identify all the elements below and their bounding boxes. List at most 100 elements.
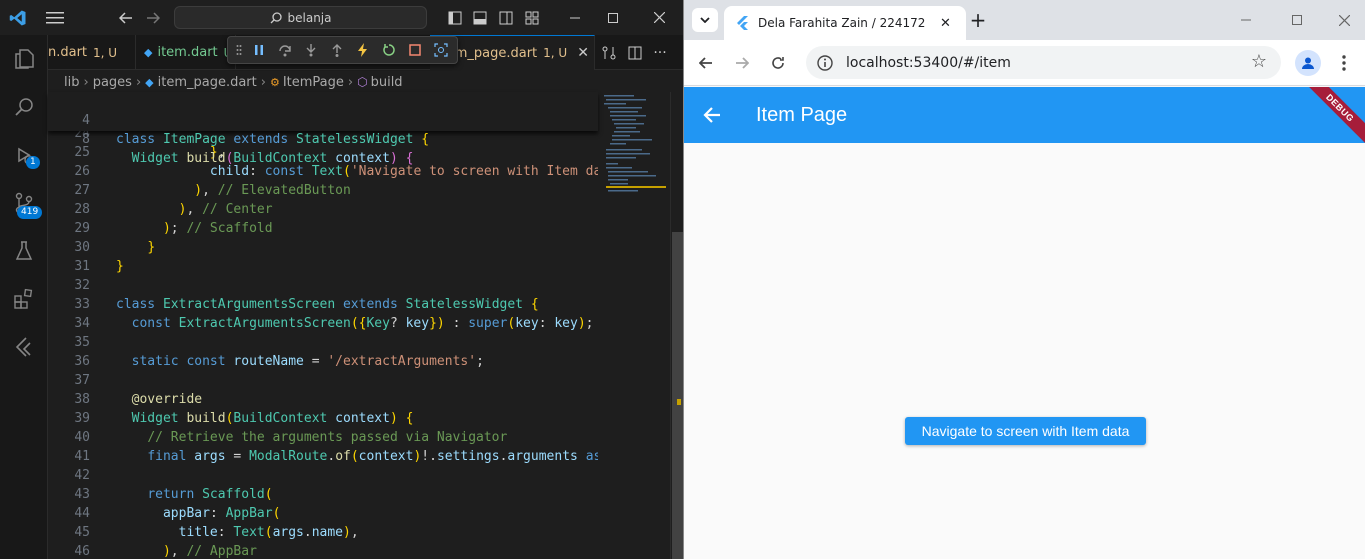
customize-layout-icon[interactable] [523, 0, 541, 35]
tab-status: 1, U [93, 45, 118, 60]
minimize-icon[interactable] [1234, 8, 1258, 32]
line-number: 34 [74, 316, 90, 331]
split-editor-icon[interactable] [625, 35, 645, 70]
code-line[interactable]: 45 title: Text(args.name), [48, 523, 598, 542]
back-arrow-icon[interactable] [700, 103, 724, 127]
run-debug-icon[interactable]: 1 [0, 131, 48, 179]
more-actions-icon[interactable]: ··· [650, 35, 670, 70]
tab-search-icon[interactable] [692, 8, 718, 32]
forward-arrow-icon[interactable] [730, 51, 754, 75]
source-control-badge: 419 [17, 206, 43, 219]
step-over-icon[interactable] [272, 37, 298, 63]
compare-changes-icon[interactable] [599, 35, 619, 70]
code-line[interactable]: 33 class ExtractArgumentsScreen extends S… [48, 295, 598, 314]
minimap[interactable] [598, 92, 670, 559]
breadcrumb-lib[interactable]: lib [64, 75, 79, 90]
search-icon[interactable] [0, 83, 48, 131]
minimap-preview [604, 95, 666, 192]
tab-item-dart[interactable]: ◆ item.dartU [136, 35, 236, 70]
source-control-icon[interactable]: 419 [0, 179, 48, 227]
editor-scrollbar[interactable] [670, 92, 683, 559]
code-line[interactable]: 34 const ExtractArgumentsScreen({Key? ke… [48, 314, 598, 333]
testing-flask-icon[interactable] [0, 227, 48, 275]
extensions-icon[interactable] [0, 275, 48, 323]
browser-tab-title: Dela Farahita Zain / 224172005 [758, 16, 926, 30]
hot-reload-icon[interactable] [350, 37, 376, 63]
code-line[interactable]: 29 ); // Scaffold [48, 219, 598, 238]
site-info-icon[interactable] [816, 54, 834, 72]
toggle-panel-icon[interactable] [471, 0, 489, 35]
profile-avatar-icon[interactable] [1295, 50, 1321, 76]
maximize-icon[interactable] [598, 0, 628, 35]
stop-icon[interactable] [402, 37, 428, 63]
line-number: 32 [74, 278, 90, 293]
code-line[interactable]: 36 static const routeName = '/extractArg… [48, 352, 598, 371]
devtools-inspector-icon[interactable] [428, 37, 454, 63]
breadcrumb-file[interactable]: item_page.dart [158, 75, 257, 90]
close-icon[interactable] [1332, 8, 1356, 32]
code-line[interactable]: 37 [48, 371, 598, 390]
breadcrumb-pages[interactable]: pages [93, 75, 132, 90]
browser-tab[interactable]: Dela Farahita Zain / 224172005 ✕ [724, 6, 966, 40]
maximize-icon[interactable] [1285, 8, 1309, 32]
bookmark-star-icon[interactable]: ☆ [1251, 53, 1267, 71]
scrollbar-thumb[interactable] [672, 232, 683, 559]
breadcrumb-class[interactable]: ItemPage [283, 75, 344, 90]
code-line[interactable]: 35 [48, 333, 598, 352]
new-tab-icon[interactable]: + [966, 8, 990, 32]
toggle-secondary-sidebar-icon[interactable] [497, 0, 515, 35]
toggle-primary-sidebar-icon[interactable] [446, 0, 464, 35]
menu-icon[interactable] [44, 0, 66, 35]
code-line[interactable]: 41 final args = ModalRoute.of(context)!.… [48, 447, 598, 466]
dart-file-icon: ◆ [144, 46, 153, 59]
breadcrumb-method[interactable]: build [371, 75, 403, 90]
code-line[interactable]: 27 ), // ElevatedButton [48, 181, 598, 200]
code-line[interactable]: 38 @override [48, 390, 598, 409]
sticky-line[interactable]: 4 class ItemPage extends StatelessWidget… [48, 92, 598, 147]
chrome-menu-icon[interactable] [1334, 50, 1354, 76]
code-line[interactable]: 28 ), // Center [48, 200, 598, 219]
code-line[interactable]: 46 ), // AppBar [48, 542, 598, 559]
minimize-icon[interactable] [560, 0, 590, 35]
code-line[interactable]: 30 } [48, 238, 598, 257]
vscode-window: belanja 1 419 n.dart 1, U ◆ item.dart it… [0, 0, 683, 559]
tab-label: item.dart [157, 45, 218, 60]
line-number: 42 [74, 468, 90, 483]
step-out-icon[interactable] [324, 37, 350, 63]
line-number: 40 [74, 430, 90, 445]
tab-main-dart[interactable]: n.dart 1, U [40, 35, 136, 70]
sticky-line[interactable]: 8 Widget build(BuildContext context) { [48, 111, 598, 166]
pause-icon[interactable] [246, 37, 272, 63]
tab-close-icon[interactable]: ✕ [577, 45, 589, 61]
dart-file-icon: ◆ [145, 75, 154, 89]
code-line[interactable]: 42 [48, 466, 598, 485]
restart-icon[interactable] [376, 37, 402, 63]
code-line[interactable]: 32 [48, 276, 598, 295]
line-number: 29 [74, 221, 90, 236]
code-text: static const routeName = '/extractArgume… [131, 354, 484, 369]
code-editor[interactable]: 24 25 }, 26 child: const Text('Navigate to… [48, 131, 598, 559]
reload-icon[interactable] [766, 51, 790, 75]
code-text: final args = ModalRoute.of(context)!.set… [147, 449, 598, 464]
back-arrow-icon[interactable] [116, 0, 136, 35]
code-line[interactable]: 40 // Retrieve the arguments passed via … [48, 428, 598, 447]
close-icon[interactable] [644, 0, 674, 35]
code-line[interactable]: 44 appBar: AppBar( [48, 504, 598, 523]
line-number: 31 [74, 259, 90, 274]
address-bar[interactable]: localhost:53400/#/item ☆ [806, 46, 1281, 79]
tab-close-icon[interactable]: ✕ [940, 16, 951, 31]
code-line[interactable]: 31} [48, 257, 598, 276]
search-icon [270, 11, 282, 23]
activity-bar: 1 419 [0, 35, 48, 559]
command-center-search[interactable]: belanja [174, 6, 427, 29]
tab-status: 1, U [543, 46, 568, 60]
drag-handle-icon[interactable] [232, 37, 246, 63]
code-line[interactable]: 43 return Scaffold( [48, 485, 598, 504]
navigate-item-data-button[interactable]: Navigate to screen with Item data [905, 417, 1146, 445]
code-line[interactable]: 39 Widget build(BuildContext context) { [48, 409, 598, 428]
code-text: Widget build(BuildContext context) { [131, 411, 414, 426]
back-arrow-icon[interactable] [694, 51, 718, 75]
flutter-icon[interactable] [0, 323, 48, 371]
step-into-icon[interactable] [298, 37, 324, 63]
forward-arrow-icon[interactable] [143, 0, 163, 35]
